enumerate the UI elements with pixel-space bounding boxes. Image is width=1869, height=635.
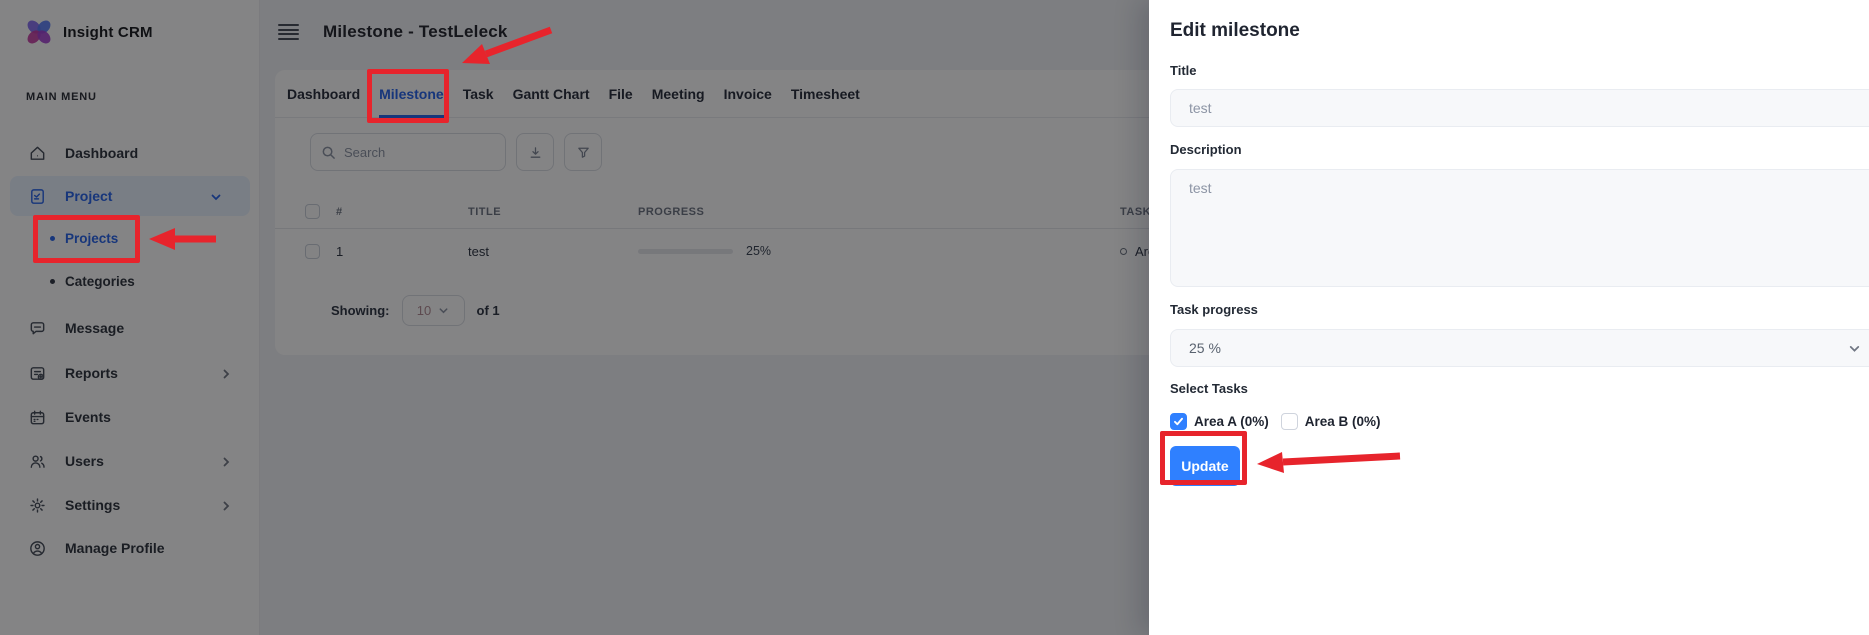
title-field[interactable] <box>1170 89 1869 127</box>
task-checkbox-row: Area A (0%) Area B (0%) <box>1170 413 1869 430</box>
checkbox-label: Area A (0%) <box>1194 414 1269 429</box>
chevron-down-icon <box>1848 342 1861 355</box>
description-field[interactable]: test <box>1170 169 1869 287</box>
task-progress-select[interactable]: 25 % <box>1170 329 1869 367</box>
dim-overlay[interactable] <box>0 0 1149 635</box>
app-window: Insight CRM MAIN MENU Dashboard Project … <box>0 0 1869 635</box>
checkbox-label: Area B (0%) <box>1305 414 1381 429</box>
task-progress-label: Task progress <box>1170 302 1869 317</box>
edit-milestone-drawer: Edit milestone Title Description test Ta… <box>1149 0 1869 635</box>
checkbox-area-b[interactable]: Area B (0%) <box>1281 413 1381 430</box>
checkbox-area-a[interactable]: Area A (0%) <box>1170 413 1269 430</box>
checkbox-checked-icon[interactable] <box>1170 413 1187 430</box>
update-button[interactable]: Update <box>1170 446 1240 486</box>
drawer-title: Edit milestone <box>1170 20 1869 42</box>
description-label: Description <box>1170 142 1869 157</box>
checkbox-unchecked-icon[interactable] <box>1281 413 1298 430</box>
title-label: Title <box>1170 63 1869 78</box>
task-progress-value: 25 % <box>1189 340 1221 356</box>
select-tasks-label: Select Tasks <box>1170 381 1869 396</box>
